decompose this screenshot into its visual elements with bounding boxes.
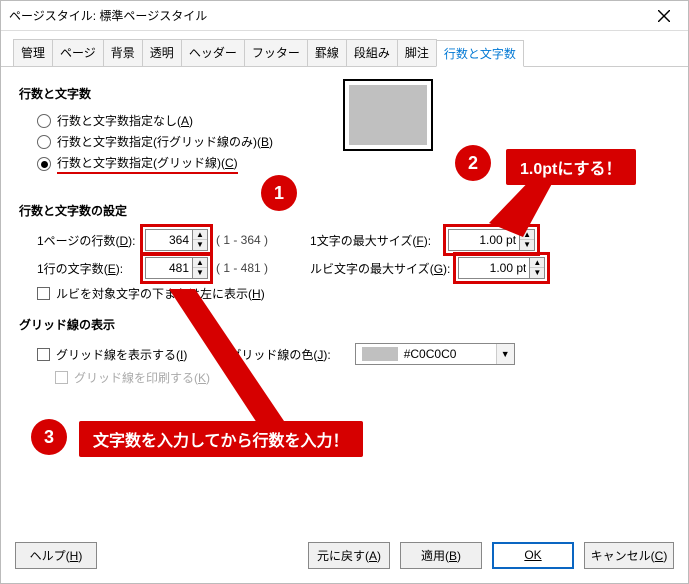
page-preview	[343, 79, 433, 151]
checkbox-icon	[37, 348, 50, 361]
close-icon	[658, 10, 670, 22]
spin-down[interactable]: ▼	[530, 268, 544, 278]
chars-per-line-input[interactable]	[145, 257, 193, 279]
spin-down[interactable]: ▼	[520, 240, 534, 250]
section-settings-title: 行数と文字数の設定	[19, 202, 670, 219]
reset-button[interactable]: 元に戻す(A)	[308, 542, 390, 569]
annotation-arrow-2	[169, 289, 299, 429]
spin-up[interactable]: ▲	[193, 230, 207, 240]
spin-up[interactable]: ▲	[193, 258, 207, 268]
dialog-buttons: ヘルプ(H) 元に戻す(A) 適用(B) OK キャンセル(C)	[15, 542, 674, 569]
grid-color-value: #C0C0C0	[404, 347, 457, 361]
color-swatch	[362, 347, 398, 361]
show-grid[interactable]: グリッド線を表示する(I)	[56, 346, 187, 363]
page-preview-inner	[349, 85, 427, 145]
annotation-badge-2: 2	[455, 145, 491, 181]
chars-per-line-label: 1行の文字数(E):	[37, 260, 137, 277]
help-button[interactable]: ヘルプ(H)	[15, 542, 97, 569]
tab-strip: 管理 ページ 背景 透明 ヘッダー フッター 罫線 段組み 脚注 行数と文字数	[1, 31, 688, 67]
window-title: ページスタイル: 標準ページスタイル	[9, 7, 207, 24]
grid-color-combo[interactable]: #C0C0C0 ▼	[355, 343, 515, 365]
page-content: 行数と文字数 行数と文字数指定なし(A) 行数と文字数指定(行グリッド線のみ)(…	[1, 67, 688, 404]
checkbox-icon	[37, 287, 50, 300]
tab-page[interactable]: ページ	[52, 39, 104, 66]
tab-footer[interactable]: フッター	[244, 39, 308, 66]
tab-transparency[interactable]: 透明	[142, 39, 182, 66]
max-ruby-size-label: ルビ文字の最大サイズ(G):	[310, 260, 450, 277]
tab-header[interactable]: ヘッダー	[181, 39, 245, 66]
annotation-badge-1: 1	[261, 175, 297, 211]
max-ruby-size-field[interactable]: ▲▼	[458, 257, 545, 279]
radio-icon	[37, 135, 51, 149]
tab-columns[interactable]: 段組み	[346, 39, 398, 66]
spin-down[interactable]: ▼	[193, 240, 207, 250]
annotation-badge-3: 3	[31, 419, 67, 455]
radio-lines-only-label: 行数と文字数指定(行グリッド線のみ)(B)	[57, 133, 273, 150]
lines-range: ( 1 - 364 )	[216, 233, 268, 247]
radio-no-grid-label: 行数と文字数指定なし(A)	[57, 112, 193, 129]
ok-button[interactable]: OK	[492, 542, 574, 569]
lines-per-page-field[interactable]: ▲▼	[145, 229, 208, 251]
radio-grid-label: 行数と文字数指定(グリッド線)(C)	[57, 154, 238, 174]
ruby-below-row[interactable]: ルビを対象文字の下または左に表示(H)	[37, 285, 670, 302]
tab-text-grid[interactable]: 行数と文字数	[436, 40, 524, 67]
lines-per-page-label: 1ページの行数(D):	[37, 232, 137, 249]
tab-borders[interactable]: 罫線	[307, 39, 347, 66]
chars-per-line-field[interactable]: ▲▼	[145, 257, 208, 279]
max-ruby-size-input[interactable]	[458, 257, 530, 279]
tab-background[interactable]: 背景	[103, 39, 143, 66]
tab-manage[interactable]: 管理	[13, 39, 53, 66]
chevron-down-icon[interactable]: ▼	[496, 344, 514, 364]
radio-icon	[37, 114, 51, 128]
close-button[interactable]	[642, 2, 686, 30]
radio-icon-checked	[37, 157, 51, 171]
apply-button[interactable]: 適用(B)	[400, 542, 482, 569]
annotation-callout-1: 1.0ptにする！	[506, 149, 636, 185]
annotation-callout-2: 文字数を入力してから行数を入力！	[79, 421, 363, 457]
checkbox-icon-disabled	[55, 371, 68, 384]
tab-footnote[interactable]: 脚注	[397, 39, 437, 66]
title-bar: ページスタイル: 標準ページスタイル	[1, 1, 688, 31]
cancel-button[interactable]: キャンセル(C)	[584, 542, 674, 569]
spin-up[interactable]: ▲	[530, 258, 544, 268]
chars-range: ( 1 - 481 )	[216, 261, 268, 275]
print-grid-row: グリッド線を印刷する(K)	[55, 369, 670, 386]
section-display-title: グリッド線の表示	[19, 316, 670, 333]
lines-per-page-input[interactable]	[145, 229, 193, 251]
spin-down[interactable]: ▼	[193, 268, 207, 278]
max-char-size-label: 1文字の最大サイズ(F):	[310, 232, 440, 249]
